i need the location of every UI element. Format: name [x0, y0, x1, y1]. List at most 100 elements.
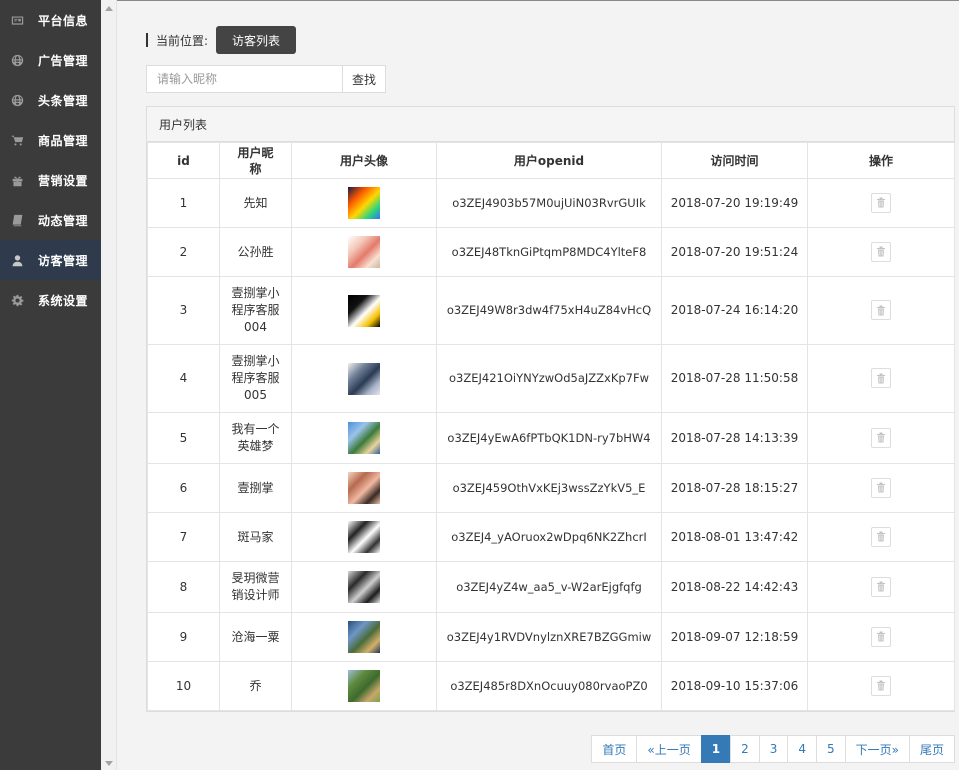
- sidebar-item-1[interactable]: 广告管理: [0, 40, 101, 80]
- page-link-4[interactable]: 3: [758, 735, 789, 763]
- cell-openid: o3ZEJ4yEwA6fPTbQK1DN-ry7bHW4: [436, 412, 662, 464]
- sidebar-item-label: 系统设置: [38, 293, 89, 308]
- delete-button[interactable]: [871, 300, 891, 321]
- cell-visit-time: 2018-08-01 13:47:42: [661, 512, 808, 562]
- trash-icon: [877, 305, 885, 316]
- cell-nickname: 公孙胜: [219, 227, 292, 277]
- delete-button[interactable]: [871, 526, 891, 547]
- cell-nickname: 旻玥微营销设计师: [219, 561, 292, 613]
- cell-actions: [807, 412, 955, 464]
- search-button[interactable]: 查找: [342, 65, 386, 93]
- cell-actions: [807, 344, 955, 413]
- delete-button[interactable]: [871, 675, 891, 696]
- table-row: 10 乔 o3ZEJ485r8DXnOcuuy080rvaoPZ0 2018-09-1…: [147, 661, 955, 711]
- gift-icon: [10, 173, 24, 187]
- cart-icon: [10, 133, 24, 147]
- trash-icon: [877, 680, 885, 691]
- cell-id: 9: [147, 612, 220, 662]
- delete-button[interactable]: [871, 192, 891, 213]
- page-link-0[interactable]: 首页: [591, 735, 638, 763]
- scroll-up-arrow-icon[interactable]: [105, 6, 113, 11]
- cell-avatar: [291, 661, 437, 711]
- avatar: [348, 294, 380, 327]
- cell-nickname: 我有一个英雄梦: [219, 412, 292, 464]
- trash-icon: [877, 631, 885, 642]
- avatar: [348, 621, 380, 653]
- cell-visit-time: 2018-07-20 19:19:49: [661, 178, 808, 228]
- cell-avatar: [291, 227, 437, 277]
- delete-button[interactable]: [871, 576, 891, 597]
- header-actions: 操作: [807, 142, 955, 179]
- trash-icon: [877, 581, 885, 592]
- globe-icon: [10, 93, 24, 107]
- cell-actions: [807, 178, 955, 228]
- table-row: 9 沧海一粟 o3ZEJ4y1RVDVnylznXRE7BZGGmiw 2018-09…: [147, 612, 955, 662]
- sidebar-item-3[interactable]: 商品管理: [0, 120, 101, 160]
- page-link-8[interactable]: 尾页: [908, 735, 955, 763]
- cell-nickname: 沧海一粟: [219, 612, 292, 662]
- cell-actions: [807, 512, 955, 562]
- sidebar-item-2[interactable]: 头条管理: [0, 80, 101, 120]
- table-row: 8 旻玥微营销设计师 o3ZEJ4yZ4w_aa5_v-W2arEjgfqfg 201…: [147, 561, 955, 613]
- page-link-3[interactable]: 2: [730, 735, 760, 763]
- scroll-down-arrow-icon[interactable]: [105, 761, 113, 766]
- sidebar-item-0[interactable]: 平台信息: [0, 0, 101, 40]
- sidebar-item-7[interactable]: 系统设置: [0, 280, 101, 320]
- cell-id: 3: [147, 276, 220, 345]
- panel-body: id 用户昵称 用户头像 用户openid 访问时间 操作 1 先知 o3ZEJ49…: [147, 142, 955, 711]
- cell-openid: o3ZEJ4903b57M0ujUiN03RvrGUIk: [436, 178, 662, 228]
- page-link-6[interactable]: 5: [816, 735, 846, 763]
- page-link-2[interactable]: 1: [700, 735, 732, 763]
- avatar: [348, 521, 380, 553]
- book-icon: [10, 213, 24, 227]
- cell-visit-time: 2018-09-07 12:18:59: [661, 612, 808, 662]
- sidebar: 平台信息 广告管理 头条管理商品管理营销设置 动态管理 访客管理系统设置: [0, 0, 101, 770]
- cell-openid: o3ZEJ485r8DXnOcuuy080rvaoPZ0: [436, 661, 662, 711]
- trash-icon: [877, 197, 885, 208]
- cell-visit-time: 2018-07-28 18:15:27: [661, 463, 808, 513]
- gear-icon: [10, 293, 24, 307]
- cell-actions: [807, 276, 955, 345]
- page-link-5[interactable]: 4: [787, 735, 817, 763]
- cell-id: 7: [147, 512, 220, 562]
- cell-id: 5: [147, 412, 220, 464]
- sidebar-item-label: 商品管理: [38, 133, 89, 148]
- table-header-row: id 用户昵称 用户头像 用户openid 访问时间 操作: [147, 142, 955, 179]
- delete-button[interactable]: [871, 427, 891, 448]
- table-row: 6 壹捌掌 o3ZEJ459OthVxKEj3wssZzYkV5_E 2018-07-…: [147, 463, 955, 513]
- trash-icon: [877, 373, 885, 384]
- nickname-search-input[interactable]: [146, 65, 342, 93]
- cell-nickname: 壹捌掌: [219, 463, 292, 513]
- cell-openid: o3ZEJ49W8r3dw4f75xH4uZ84vHcQ: [436, 276, 662, 345]
- delete-button[interactable]: [871, 241, 891, 262]
- cell-visit-time: 2018-08-22 14:42:43: [661, 561, 808, 613]
- delete-button[interactable]: [871, 477, 891, 498]
- cell-actions: [807, 227, 955, 277]
- breadcrumb-label: 当前位置:: [156, 33, 209, 48]
- breadcrumb-current[interactable]: 访客列表: [216, 26, 297, 54]
- cell-actions: [807, 561, 955, 613]
- table-row: 2 公孙胜 o3ZEJ48TknGiPtqmP8MDC4YlteF8 2018-07-…: [147, 227, 955, 277]
- header-nickname: 用户昵称: [219, 142, 292, 179]
- page-link-7[interactable]: 下一页»: [844, 735, 910, 763]
- delete-button[interactable]: [871, 626, 891, 647]
- sidebar-scrollbar[interactable]: [101, 0, 117, 770]
- sidebar-item-5[interactable]: 动态管理: [0, 200, 101, 240]
- page-link-1[interactable]: «上一页: [636, 735, 702, 763]
- user-list-panel: 用户列表 id 用户昵称 用户头像 用户openid 访问时间 操作 1 先知 …: [146, 106, 955, 712]
- sidebar-item-4[interactable]: 营销设置: [0, 160, 101, 200]
- breadcrumb: 当前位置: 访客列表: [146, 26, 297, 54]
- cell-visit-time: 2018-09-10 15:37:06: [661, 661, 808, 711]
- id-card-icon: [10, 13, 24, 27]
- trash-icon: [877, 482, 885, 493]
- trash-icon: [877, 246, 885, 257]
- search-bar: 查找: [146, 65, 386, 93]
- sidebar-item-6[interactable]: 访客管理: [0, 240, 101, 280]
- cell-avatar: [291, 412, 437, 464]
- avatar: [348, 472, 380, 504]
- table-row: 3 壹捌掌小程序客服004 o3ZEJ49W8r3dw4f75xH4uZ84vHcQ…: [147, 276, 955, 345]
- cell-actions: [807, 463, 955, 513]
- delete-button[interactable]: [871, 368, 891, 389]
- table-row: 7 斑马家 o3ZEJ4_yAOruox2wDpq6NK2ZhcrI 2018-08-…: [147, 512, 955, 562]
- cell-nickname: 斑马家: [219, 512, 292, 562]
